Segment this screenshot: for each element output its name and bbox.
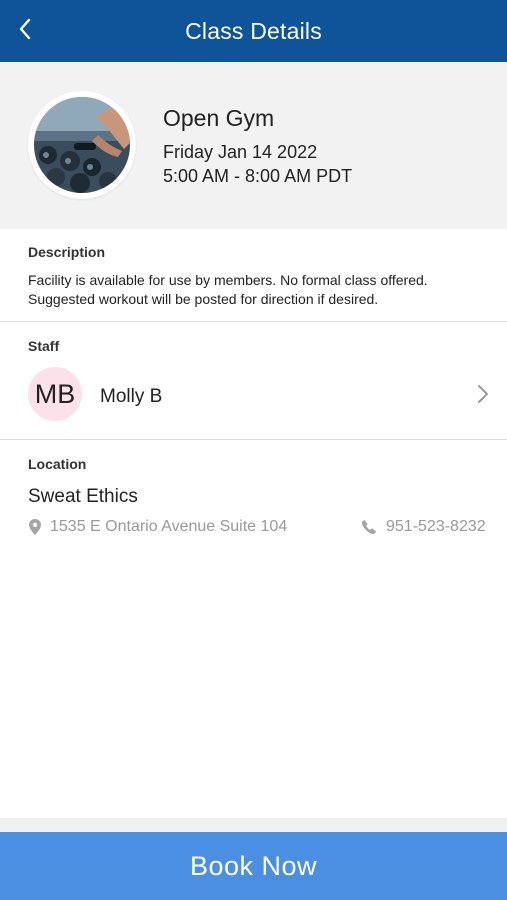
class-image bbox=[34, 97, 130, 193]
location-label: Location bbox=[28, 456, 87, 472]
map-pin-icon bbox=[29, 519, 41, 535]
back-button[interactable] bbox=[12, 13, 38, 45]
page-title: Class Details bbox=[185, 17, 322, 44]
description-label: Description bbox=[28, 244, 106, 260]
app-header: Class Details bbox=[0, 0, 507, 62]
class-summary: Open Gym Friday Jan 14 2022 5:00 AM - 8:… bbox=[0, 62, 507, 229]
location-address: 1535 E Ontario Avenue Suite 104 bbox=[50, 518, 288, 535]
staff-name: Molly B bbox=[100, 386, 163, 407]
address-link[interactable]: 1535 E Ontario Avenue Suite 104 bbox=[28, 518, 287, 536]
chevron-left-icon bbox=[19, 18, 31, 40]
class-time: 5:00 AM - 8:00 AM PDT bbox=[163, 166, 353, 186]
class-name: Open Gym bbox=[163, 105, 275, 131]
staff-row[interactable]: MB Molly B bbox=[0, 367, 507, 423]
description-section: Description Facility is available for us… bbox=[0, 229, 507, 322]
phone-icon bbox=[362, 520, 376, 534]
location-section: Location Sweat Ethics 1535 E Ontario Ave… bbox=[0, 441, 507, 561]
button-divider bbox=[0, 818, 507, 832]
description-text: Facility is available for use by members… bbox=[28, 272, 428, 307]
class-date: Friday Jan 14 2022 bbox=[163, 142, 318, 162]
class-image-frame bbox=[28, 91, 136, 199]
location-name: Sweat Ethics bbox=[28, 486, 138, 507]
staff-section: Staff MB Molly B bbox=[0, 323, 507, 440]
avatar: MB bbox=[28, 367, 82, 421]
book-now-button[interactable]: Book Now bbox=[0, 832, 507, 900]
chevron-right-icon bbox=[478, 385, 488, 403]
phone-link[interactable]: 951-523-8232 bbox=[362, 518, 486, 536]
location-phone: 951-523-8232 bbox=[386, 518, 486, 535]
staff-label: Staff bbox=[28, 338, 60, 354]
